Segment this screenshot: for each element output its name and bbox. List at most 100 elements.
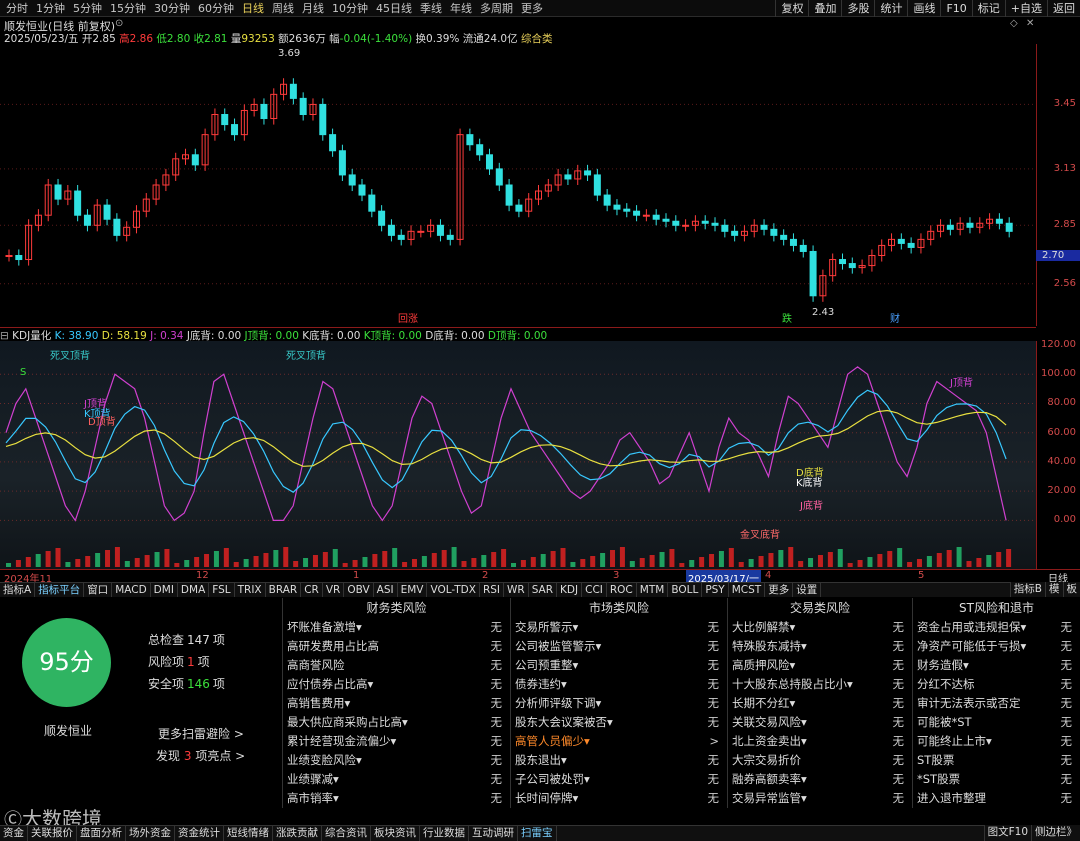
toolbar-button-4[interactable]: 画线 (907, 0, 940, 17)
indicator-tab-20[interactable]: ROC (607, 583, 637, 597)
bottom-tab-1[interactable]: 关联报价 (28, 826, 77, 841)
period-tab-7[interactable]: 周线 (268, 0, 298, 17)
risk-row[interactable]: 股东退出▾ 无 (511, 751, 727, 770)
risk-row[interactable]: ST股票 无 (913, 751, 1080, 770)
bottom-tab-6[interactable]: 涨跌贡献 (273, 826, 322, 841)
highlights-link[interactable]: 发现 3 项亮点 > (156, 747, 245, 764)
bottom-tab-5[interactable]: 短线情绪 (224, 826, 273, 841)
indicator-tab-18[interactable]: KDJ (557, 583, 583, 597)
risk-row[interactable]: 高研发费用占比高 无 (283, 637, 510, 656)
period-tab-11[interactable]: 季线 (416, 0, 446, 17)
risk-row[interactable]: 审计无法表示或否定 无 (913, 694, 1080, 713)
risk-row[interactable]: 财务造假▾ 无 (913, 656, 1080, 675)
indicator-tab-0[interactable]: 指标A (0, 583, 36, 597)
indicator-tab-7[interactable]: TRIX (235, 583, 266, 597)
indicator-tab-13[interactable]: EMV (398, 583, 428, 597)
risk-row[interactable]: 高管人员偏少▾ > (511, 732, 727, 751)
risk-row[interactable]: 累计经营现金流偏少▾ 无 (283, 732, 510, 751)
bottom-tab-11[interactable]: 扫雷宝 (518, 826, 557, 841)
indicator-tab-14[interactable]: VOL-TDX (427, 583, 480, 597)
bottom-tab-10[interactable]: 互动调研 (469, 826, 518, 841)
indicator-tab-3[interactable]: MACD (112, 583, 151, 597)
toolbar-button-0[interactable]: 复权 (775, 0, 808, 17)
period-tab-3[interactable]: 15分钟 (106, 0, 150, 17)
bottom-right-tab-1[interactable]: 侧边栏》 (1031, 825, 1080, 841)
toolbar-button-1[interactable]: 叠加 (808, 0, 841, 17)
bottom-tab-0[interactable]: 资金 (0, 826, 28, 841)
indicator-tab-16[interactable]: WR (504, 583, 529, 597)
indicator-right-tab-2[interactable]: 板 (1062, 582, 1080, 597)
period-tab-6[interactable]: 日线 (238, 0, 268, 17)
bottom-tab-8[interactable]: 板块资讯 (371, 826, 420, 841)
indicator-tab-4[interactable]: DMI (151, 583, 178, 597)
period-tab-8[interactable]: 月线 (298, 0, 328, 17)
risk-row[interactable]: 长期不分红▾ 无 (728, 694, 912, 713)
risk-row[interactable]: *ST股票 无 (913, 770, 1080, 789)
period-tab-5[interactable]: 60分钟 (194, 0, 238, 17)
indicator-tab-11[interactable]: OBV (344, 583, 374, 597)
risk-row[interactable]: 高商誉风险 无 (283, 656, 510, 675)
indicator-tab-6[interactable]: FSL (209, 583, 235, 597)
indicator-right-tab-0[interactable]: 指标B (1009, 582, 1045, 597)
risk-row[interactable]: 子公司被处罚▾ 无 (511, 770, 727, 789)
bottom-right-tab-0[interactable]: 图文F10 (983, 825, 1031, 841)
bottom-tab-3[interactable]: 场外资金 (126, 826, 175, 841)
period-tab-0[interactable]: 分时 (2, 0, 32, 17)
toolbar-button-5[interactable]: F10 (940, 0, 971, 17)
risk-row[interactable]: 进入退市整理 无 (913, 789, 1080, 808)
risk-row[interactable]: 特殊股东减持▾ 无 (728, 637, 912, 656)
bottom-tab-4[interactable]: 资金统计 (175, 826, 224, 841)
indicator-tab-24[interactable]: MCST (729, 583, 766, 597)
risk-row[interactable]: 可能被*ST 无 (913, 713, 1080, 732)
indicator-tab-10[interactable]: VR (323, 583, 345, 597)
indicator-tab-21[interactable]: MTM (637, 583, 669, 597)
risk-row[interactable]: 公司预重整▾ 无 (511, 656, 727, 675)
chart-settings-icon[interactable]: ◇ (1010, 18, 1018, 29)
indicator-tab-12[interactable]: ASI (374, 583, 398, 597)
candlestick-chart[interactable]: 3.69 2.43 回涨 跌 财 (0, 44, 1036, 326)
toolbar-button-7[interactable]: +自选 (1004, 0, 1047, 17)
risk-row[interactable]: 高销售费用▾ 无 (283, 694, 510, 713)
indicator-tab-2[interactable]: 窗口 (84, 583, 113, 597)
indicator-tab-22[interactable]: BOLL (668, 583, 703, 597)
risk-row[interactable]: 分析师评级下调▾ 无 (511, 694, 727, 713)
period-tab-14[interactable]: 更多 (517, 0, 547, 17)
more-scan-link[interactable]: 更多扫雷避险 > (158, 725, 244, 742)
bottom-tab-9[interactable]: 行业数据 (420, 826, 469, 841)
risk-row[interactable]: 应付债券占比高▾ 无 (283, 675, 510, 694)
risk-row[interactable]: 最大供应商采购占比高▾ 无 (283, 713, 510, 732)
risk-score-badge[interactable]: 95分 (22, 618, 111, 707)
chart-close-icon[interactable]: ✕ (1026, 18, 1034, 29)
kdj-chart[interactable]: 死叉顶背 死叉顶背金叉底背J顶背K顶背D顶背J底背K底背D底背SJ顶背 (0, 341, 1036, 569)
risk-row[interactable]: 十大股东总持股占比小▾ 无 (728, 675, 912, 694)
risk-row[interactable]: 债券违约▾ 无 (511, 675, 727, 694)
risk-row[interactable]: 大宗交易折价 无 (728, 751, 912, 770)
risk-row[interactable]: 分红不达标 无 (913, 675, 1080, 694)
period-tab-13[interactable]: 多周期 (476, 0, 517, 17)
bottom-tab-7[interactable]: 综合资讯 (322, 826, 371, 841)
period-tab-10[interactable]: 45日线 (372, 0, 416, 17)
indicator-tab-17[interactable]: SAR (529, 583, 558, 597)
risk-row[interactable]: 股东大会议案被否▾ 无 (511, 713, 727, 732)
risk-row[interactable]: 高市销率▾ 无 (283, 789, 510, 808)
period-tab-9[interactable]: 10分钟 (328, 0, 372, 17)
risk-row[interactable]: 交易异常监管▾ 无 (728, 789, 912, 808)
title-dropdown-icon[interactable]: ⊙ (115, 18, 123, 29)
indicator-tab-1[interactable]: 指标平台 (35, 583, 85, 597)
indicator-tab-15[interactable]: RSI (480, 583, 504, 597)
risk-row[interactable]: 长时间停牌▾ 无 (511, 789, 727, 808)
risk-row[interactable]: 净资产可能低于亏损▾ 无 (913, 637, 1080, 656)
risk-row[interactable]: 业绩骤减▾ 无 (283, 770, 510, 789)
risk-row[interactable]: 关联交易风险▾ 无 (728, 713, 912, 732)
indicator-tab-5[interactable]: DMA (178, 583, 210, 597)
toolbar-button-6[interactable]: 标记 (971, 0, 1005, 17)
risk-row[interactable]: 坏账准备激增▾ 无 (283, 618, 510, 637)
indicator-tab-26[interactable]: 设置 (793, 583, 822, 597)
period-tab-1[interactable]: 1分钟 (32, 0, 69, 17)
indicator-tab-25[interactable]: 更多 (765, 583, 794, 597)
toolbar-button-8[interactable]: 返回 (1047, 0, 1080, 17)
period-tab-12[interactable]: 年线 (446, 0, 476, 17)
indicator-tab-8[interactable]: BRAR (266, 583, 302, 597)
period-tab-2[interactable]: 5分钟 (69, 0, 106, 17)
risk-row[interactable]: 北上资金卖出▾ 无 (728, 732, 912, 751)
